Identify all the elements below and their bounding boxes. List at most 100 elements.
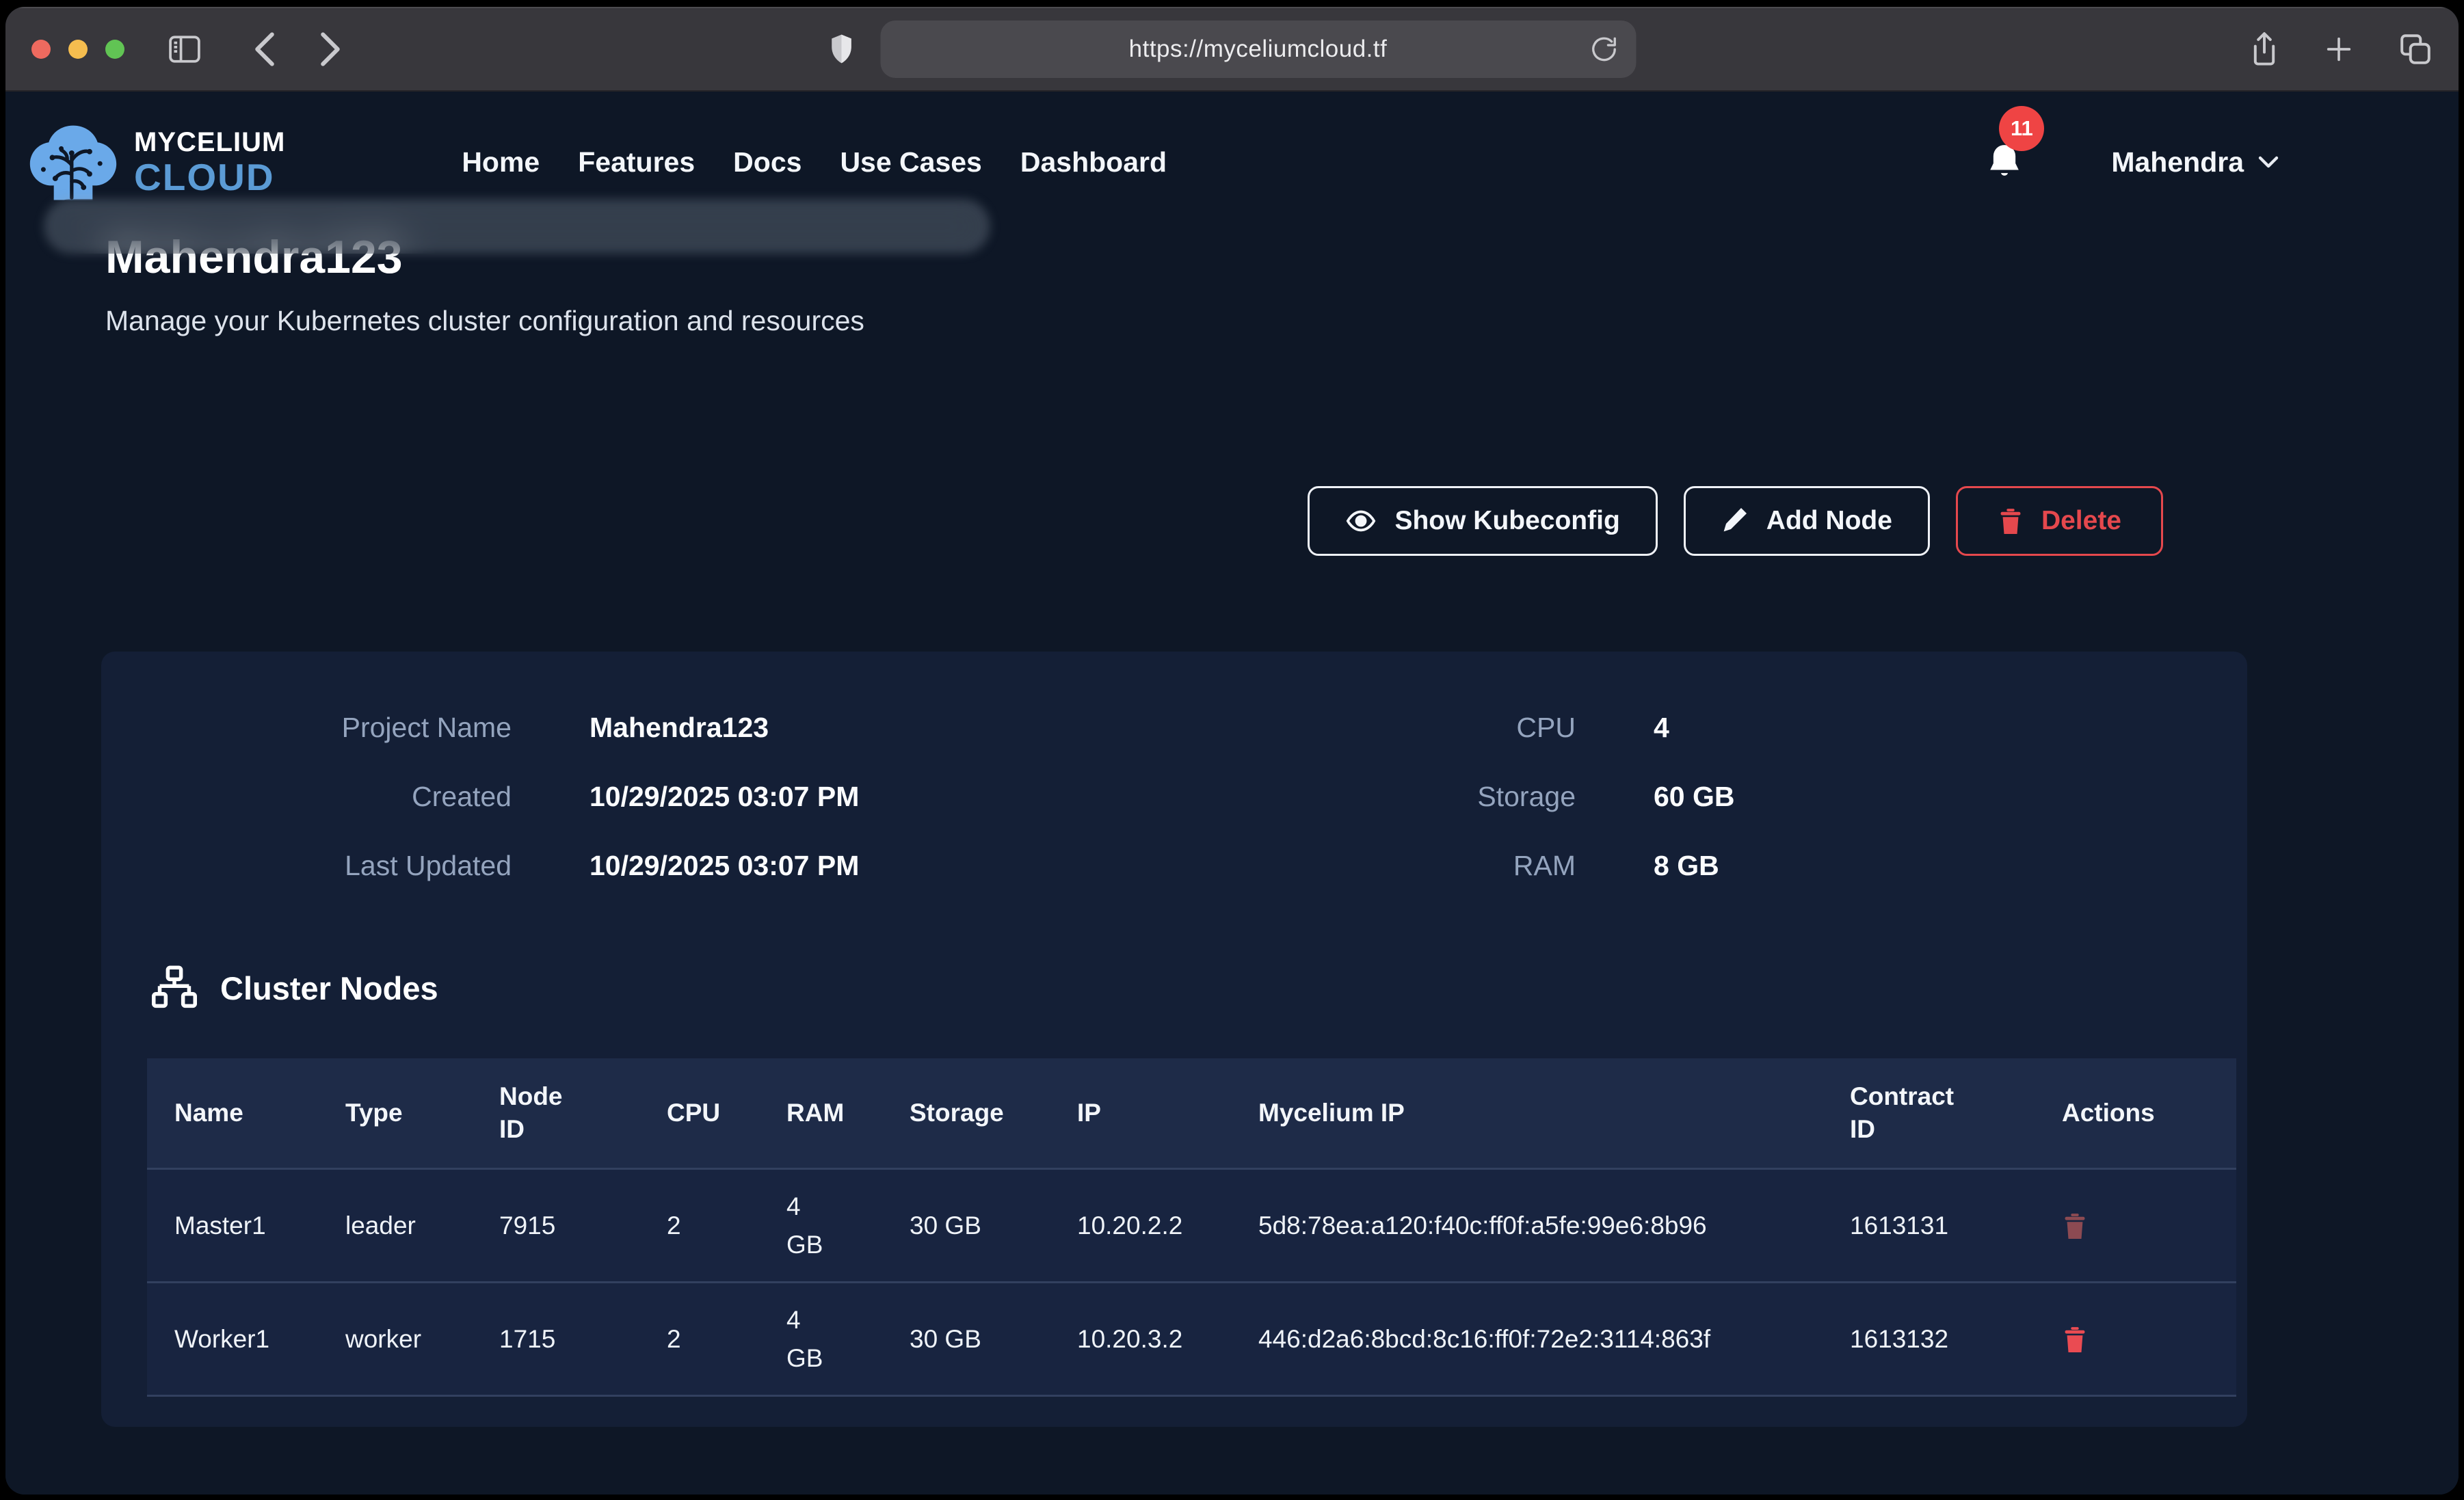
storage-label: Storage: [1234, 781, 1576, 813]
page-title: Mahendra123: [105, 230, 2459, 284]
window-controls: [31, 40, 124, 59]
close-window-button[interactable]: [31, 40, 51, 59]
pencil-icon: [1721, 506, 1749, 536]
shield-icon[interactable]: [828, 32, 854, 66]
cell-name: Master1: [147, 1169, 318, 1283]
nav-links: Home Features Docs Use Cases Dashboard: [462, 146, 1167, 178]
cell-ram: 4 GB: [759, 1283, 882, 1396]
delete-node-button[interactable]: [2062, 1324, 2088, 1354]
col-node-id: Node ID: [472, 1058, 639, 1169]
show-kubeconfig-button[interactable]: Show Kubeconfig: [1308, 486, 1657, 556]
mycelium-cloud-logo[interactable]: MYCELIUM CLOUD: [25, 120, 285, 204]
brand-line2: CLOUD: [134, 159, 285, 196]
col-ip: IP: [1050, 1058, 1231, 1169]
cell-mycelium-ip: 446:d2a6:8bcd:8c16:ff0f:72e2:3114:863f: [1231, 1283, 1823, 1396]
show-kubeconfig-label: Show Kubeconfig: [1394, 506, 1619, 536]
ram-label: RAM: [1234, 850, 1576, 882]
cluster-info-grid: Project Name Mahendra123 CPU 4 Created 1…: [101, 712, 2247, 882]
col-ram: RAM: [759, 1058, 882, 1169]
chevron-down-icon: [2257, 155, 2279, 170]
col-contract-id: Contract ID: [1823, 1058, 2035, 1169]
zoom-window-button[interactable]: [105, 40, 124, 59]
cell-cpu: 2: [639, 1283, 759, 1396]
col-type: Type: [318, 1058, 472, 1169]
add-node-label: Add Node: [1766, 506, 1892, 536]
col-mycelium-ip: Mycelium IP: [1231, 1058, 1823, 1169]
trash-icon: [2062, 1324, 2088, 1354]
nav-link-use-cases[interactable]: Use Cases: [840, 146, 981, 178]
cell-ram: 4 GB: [759, 1169, 882, 1283]
cell-type: leader: [318, 1169, 472, 1283]
col-name: Name: [147, 1058, 318, 1169]
url-text: https://myceliumcloud.tf: [1129, 36, 1388, 63]
delete-node-button[interactable]: [2062, 1211, 2088, 1241]
cell-contract-id: 1613132: [1823, 1283, 2035, 1396]
delete-cluster-button[interactable]: Delete: [1956, 486, 2163, 556]
browser-actions: [2249, 31, 2433, 68]
site-navbar: MYCELIUM CLOUD Home Features Docs Use Ca…: [5, 92, 2459, 226]
project-name-label: Project Name: [101, 712, 512, 744]
eye-icon: [1345, 507, 1377, 535]
cell-node-id: 7915: [472, 1169, 639, 1283]
browser-toolbar: https://myceliumcloud.tf: [5, 7, 2459, 92]
created-value: 10/29/2025 03:07 PM: [512, 781, 1234, 813]
cell-actions: [2035, 1169, 2236, 1283]
cell-name: Worker1: [147, 1283, 318, 1396]
trash-icon: [1998, 506, 2024, 536]
cpu-label: CPU: [1234, 712, 1576, 744]
network-icon: [152, 965, 197, 1010]
cell-ip: 10.20.3.2: [1050, 1283, 1231, 1396]
brand-wordmark: MYCELIUM CLOUD: [134, 129, 285, 196]
address-bar-group: https://myceliumcloud.tf: [828, 21, 1636, 78]
tab-overview-icon[interactable]: [2398, 32, 2433, 66]
cpu-value: 4: [1576, 712, 2247, 744]
page-subtitle: Manage your Kubernetes cluster configura…: [105, 305, 2459, 337]
cell-mycelium-ip: 5d8:78ea:a120:f40c:ff0f:a5fe:99e6:8b96: [1231, 1169, 1823, 1283]
cloud-tree-logo-icon: [25, 120, 122, 204]
navbar-right: 11 Mahendra: [1985, 142, 2279, 183]
share-icon[interactable]: [2249, 31, 2279, 68]
minimize-window-button[interactable]: [68, 40, 88, 59]
cell-type: worker: [318, 1283, 472, 1396]
add-node-button[interactable]: Add Node: [1684, 486, 1930, 556]
user-name: Mahendra: [2111, 146, 2244, 178]
cluster-nodes-title: Cluster Nodes: [220, 969, 438, 1007]
ram-value: 8 GB: [1576, 850, 2247, 882]
forward-icon[interactable]: [319, 31, 342, 68]
cell-cpu: 2: [639, 1169, 759, 1283]
cell-storage: 30 GB: [882, 1169, 1050, 1283]
cell-ip: 10.20.2.2: [1050, 1169, 1231, 1283]
col-cpu: CPU: [639, 1058, 759, 1169]
nav-link-home[interactable]: Home: [462, 146, 540, 178]
delete-label: Delete: [2041, 506, 2121, 536]
project-name-value: Mahendra123: [512, 712, 1234, 744]
browser-window: https://myceliumcloud.tf: [5, 7, 2459, 1495]
nodes-table-wrap: Name Type Node ID CPU RAM Storage IP Myc…: [147, 1058, 2201, 1397]
nodes-table: Name Type Node ID CPU RAM Storage IP Myc…: [147, 1058, 2236, 1397]
page-content: MYCELIUM CLOUD Home Features Docs Use Ca…: [5, 92, 2459, 1495]
reload-icon[interactable]: [1589, 35, 1618, 64]
brand-line1: MYCELIUM: [134, 129, 285, 156]
cell-actions: [2035, 1283, 2236, 1396]
new-tab-icon[interactable]: [2323, 34, 2355, 65]
notification-badge: 11: [1999, 106, 2044, 151]
cell-storage: 30 GB: [882, 1283, 1050, 1396]
user-menu[interactable]: Mahendra: [2111, 146, 2279, 178]
nav-link-docs[interactable]: Docs: [733, 146, 802, 178]
storage-value: 60 GB: [1576, 781, 2247, 813]
last-updated-value: 10/29/2025 03:07 PM: [512, 850, 1234, 882]
col-actions: Actions: [2035, 1058, 2236, 1169]
cluster-nodes-heading: Cluster Nodes: [152, 965, 2247, 1010]
cell-node-id: 1715: [472, 1283, 639, 1396]
address-bar[interactable]: https://myceliumcloud.tf: [880, 21, 1636, 78]
nav-link-dashboard[interactable]: Dashboard: [1020, 146, 1167, 178]
table-header-row: Name Type Node ID CPU RAM Storage IP Myc…: [147, 1058, 2236, 1169]
sidebar-toggle-icon[interactable]: [167, 34, 202, 65]
back-icon[interactable]: [253, 31, 276, 68]
cluster-details-card: Project Name Mahendra123 CPU 4 Created 1…: [101, 652, 2247, 1427]
nav-link-features[interactable]: Features: [578, 146, 695, 178]
cluster-actions-toolbar: Show Kubeconfig Add Node Delete: [5, 486, 2459, 556]
notifications-button[interactable]: 11: [1985, 142, 2024, 183]
cluster-header: Mahendra123 Manage your Kubernetes clust…: [5, 226, 2459, 337]
trash-icon: [2062, 1211, 2088, 1241]
